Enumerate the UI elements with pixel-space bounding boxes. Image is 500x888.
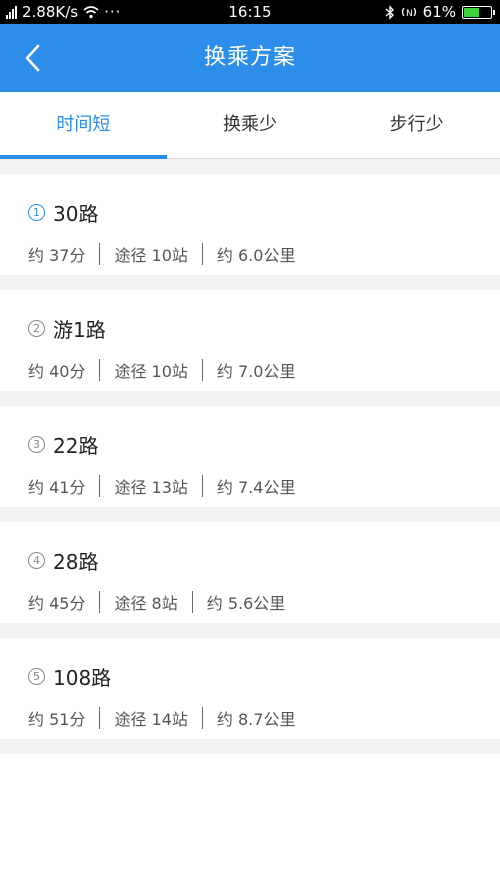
route-distance: 约 6.0公里 [216,246,296,265]
route-index-badge: 1 [28,204,45,221]
route-name: 108路 [53,666,112,690]
route-stops: 途径 13站 [114,478,188,497]
battery-percent: 61% [422,3,456,21]
route-stops: 途径 10站 [114,246,188,265]
route-name: 游1路 [53,318,106,342]
route-card[interactable]: 3 22路 约 41分 途径 13站 约 7.4公里 [0,406,500,507]
route-stops: 途径 14站 [114,710,188,729]
tab-least-walking[interactable]: 步行少 [333,92,500,158]
tab-shortest-time[interactable]: 时间短 [0,92,167,159]
battery-icon [462,5,495,19]
route-duration: 约 40分 [28,362,86,381]
route-distance: 约 7.4公里 [216,478,296,497]
route-index-badge: 5 [28,668,45,685]
status-bar: 2.88K/s ··· 16:15 N 61% [0,0,500,24]
route-distance: 约 5.6公里 [206,594,286,613]
divider [191,591,193,613]
route-index-badge: 3 [28,436,45,453]
route-card[interactable]: 1 30路 约 37分 途径 10站 约 6.0公里 [0,174,500,275]
route-card[interactable]: 5 108路 约 51分 途径 14站 约 8.7公里 [0,638,500,739]
divider [99,591,101,613]
divider [99,475,101,497]
route-distance: 约 8.7公里 [216,710,296,729]
route-name: 22路 [53,434,99,458]
route-name: 30路 [53,202,99,226]
bluetooth-icon [385,4,394,20]
route-list: 1 30路 约 37分 途径 10站 约 6.0公里 2 游1路 约 40分 途… [0,159,500,754]
tab-bar: 时间短 换乘少 步行少 [0,92,500,159]
route-stops: 途径 10站 [114,362,188,381]
divider [99,359,101,381]
route-card[interactable]: 2 游1路 约 40分 途径 10站 约 7.0公里 [0,290,500,391]
divider [99,243,101,265]
chevron-left-icon [25,44,40,72]
empty-area [0,754,500,888]
divider [201,707,203,729]
svg-text:N: N [406,9,413,19]
route-distance: 约 7.0公里 [216,362,296,381]
route-duration: 约 37分 [28,246,86,265]
route-stops: 途径 8站 [114,594,178,613]
back-button[interactable] [14,38,54,78]
route-name: 28路 [53,550,99,574]
divider [99,707,101,729]
route-duration: 约 51分 [28,710,86,729]
tab-fewest-transfers[interactable]: 换乘少 [167,92,334,158]
divider [201,475,203,497]
route-index-badge: 4 [28,552,45,569]
route-card[interactable]: 4 28路 约 45分 途径 8站 约 5.6公里 [0,522,500,623]
divider [201,243,203,265]
route-index-badge: 2 [28,320,45,337]
nfc-icon: N [401,7,416,19]
page-title: 换乘方案 [203,45,296,70]
route-duration: 约 41分 [28,478,86,497]
divider [201,359,203,381]
route-duration: 约 45分 [28,594,86,613]
status-right: N 61% [385,0,495,24]
app-header: 换乘方案 [0,24,500,92]
